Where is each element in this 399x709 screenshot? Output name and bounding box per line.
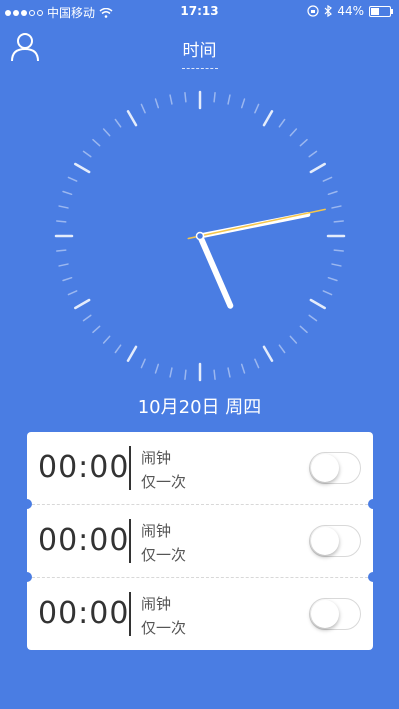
alarm-divider xyxy=(129,446,131,490)
clock-tick-minor xyxy=(58,205,69,209)
clock-tick-minor xyxy=(184,92,187,103)
clock-tick-minor xyxy=(82,150,92,158)
clock-tick-minor xyxy=(227,367,231,378)
alarm-toggle[interactable] xyxy=(309,452,361,484)
alarm-repeat: 仅一次 xyxy=(141,619,187,637)
clock-tick-minor xyxy=(140,358,146,369)
battery-icon xyxy=(369,5,393,17)
clock-tick-minor xyxy=(278,344,286,354)
alarm-toggle[interactable] xyxy=(309,525,361,557)
clock-tick-minor xyxy=(67,290,78,296)
title-underline xyxy=(182,68,218,69)
clock-tick-minor xyxy=(62,190,73,196)
clock-tick-minor xyxy=(289,128,298,137)
clock-tick-minor xyxy=(56,220,67,223)
alarm-item[interactable]: 00:00 闹钟 仅一次 xyxy=(22,505,378,582)
alarm-time: 00:00 xyxy=(38,523,130,558)
clock-tick-minor xyxy=(322,176,333,182)
clock-tick-minor xyxy=(213,92,216,103)
analog-clock xyxy=(54,90,346,382)
alarm-label: 闹钟 xyxy=(141,449,172,467)
alarm-item[interactable]: 00:00 闹钟 仅一次 xyxy=(27,578,373,650)
clock-tick-minor xyxy=(114,344,122,354)
alarm-repeat: 仅一次 xyxy=(141,473,187,491)
alarm-item[interactable]: 00:00 闹钟 仅一次 xyxy=(22,432,378,509)
clock-tick-major xyxy=(262,110,274,127)
clock-tick-minor xyxy=(278,118,286,128)
page-title: 时间 xyxy=(182,41,217,61)
clock-tick-minor xyxy=(322,290,333,296)
alarm-label: 闹钟 xyxy=(141,595,172,613)
card-notch-right xyxy=(368,499,378,509)
clock-tick-minor xyxy=(289,335,298,344)
clock-tick-minor xyxy=(140,103,146,114)
alarm-time: 00:00 xyxy=(38,450,130,485)
clock-tick-minor xyxy=(169,367,173,378)
alarm-repeat: 仅一次 xyxy=(141,546,187,564)
alarm-label: 闹钟 xyxy=(141,522,172,540)
clock-tick-major xyxy=(74,298,91,310)
nav-bar: 时间 xyxy=(0,26,399,76)
clock-tick-major xyxy=(126,110,138,127)
clock-tick-minor xyxy=(299,138,308,147)
clock-tick-minor xyxy=(169,94,173,105)
second-hand xyxy=(187,208,326,240)
clock-tick-minor xyxy=(82,314,92,322)
hour-hand xyxy=(197,233,234,309)
clock-tick-minor xyxy=(331,205,342,209)
clock-tick-minor xyxy=(154,98,160,109)
toggle-knob xyxy=(311,600,339,628)
alarm-divider xyxy=(129,592,131,636)
clock-tick-minor xyxy=(56,249,67,252)
status-right: 44% xyxy=(307,4,393,18)
clock-tick-minor xyxy=(308,150,318,158)
clock-tick-minor xyxy=(331,263,342,267)
card-notch-left xyxy=(22,499,32,509)
clock-tick-minor xyxy=(114,118,122,128)
alarm-time: 00:00 xyxy=(38,596,130,631)
clock-tick-minor xyxy=(254,358,260,369)
battery-percent: 44% xyxy=(337,4,364,18)
card-notch-left xyxy=(22,572,32,582)
clock-tick-minor xyxy=(327,276,338,282)
clock-tick-major xyxy=(74,162,91,174)
toggle-knob xyxy=(311,454,339,482)
clock-tick-minor xyxy=(308,314,318,322)
orientation-lock-icon xyxy=(307,5,319,17)
clock-tick-minor xyxy=(102,335,111,344)
clock-tick-minor xyxy=(154,363,160,374)
card-notch-right xyxy=(368,572,378,582)
clock-tick-major xyxy=(262,345,274,362)
clock-tick-major xyxy=(126,345,138,362)
clock-tick-minor xyxy=(254,103,260,114)
clock-tick-minor xyxy=(240,363,246,374)
clock-tick-major xyxy=(309,298,326,310)
clock-tick-minor xyxy=(62,276,73,282)
toggle-knob xyxy=(311,527,339,555)
clock-tick-minor xyxy=(213,369,216,380)
clock-tick-minor xyxy=(299,325,308,334)
clock-tick-minor xyxy=(240,98,246,109)
clock-center xyxy=(195,231,205,241)
alarm-divider xyxy=(129,519,131,563)
alarm-list: 00:00 闹钟 仅一次 00:00 闹钟 仅一次 00:00 闹钟 仅一次 xyxy=(22,432,378,650)
clock-tick-minor xyxy=(333,220,344,223)
clock-tick-minor xyxy=(184,369,187,380)
alarm-toggle[interactable] xyxy=(309,598,361,630)
clock-tick-minor xyxy=(92,325,101,334)
clock-tick-minor xyxy=(92,138,101,147)
clock-tick-minor xyxy=(67,176,78,182)
clock-tick-minor xyxy=(327,190,338,196)
status-bar: 中国移动 17:13 44% xyxy=(0,0,399,22)
clock-tick-minor xyxy=(58,263,69,267)
clock-tick-major xyxy=(309,162,326,174)
clock-tick-minor xyxy=(227,94,231,105)
bluetooth-icon xyxy=(324,5,333,17)
clock-tick-minor xyxy=(333,249,344,252)
date-label: 10月20日 周四 xyxy=(137,397,262,418)
clock-tick-minor xyxy=(102,128,111,137)
